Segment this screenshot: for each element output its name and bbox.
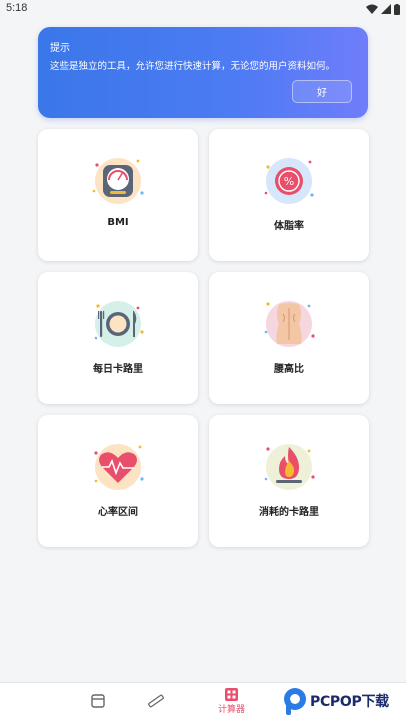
plate-fork-knife-icon xyxy=(94,301,144,347)
card-label: 体脂率 xyxy=(274,221,304,232)
card-label: 心率区间 xyxy=(98,507,138,518)
card-label: 每日卡路里 xyxy=(93,364,143,375)
wifi-icon xyxy=(366,4,378,14)
calculator-card-daily-calories[interactable]: 每日卡路里 xyxy=(38,272,198,404)
calculator-card-body-fat[interactable]: % 体脂率 xyxy=(209,129,369,261)
percent-icon: % xyxy=(264,158,314,204)
banner-message: 这些是独立的工具，允许您进行快速计算，无论您的用户资料如何。 xyxy=(50,61,336,72)
nav-label-calculator: 计算器 xyxy=(218,705,246,715)
banner-title: 提示 xyxy=(50,43,70,54)
scale-gauge-icon xyxy=(92,158,144,204)
card-label: 腰高比 xyxy=(274,364,304,375)
calculator-card-calories-burned[interactable]: 消耗的卡路里 xyxy=(209,415,369,547)
nav-item-tools[interactable] xyxy=(148,694,164,708)
nav-item-calculator[interactable]: 计算器 xyxy=(218,688,245,715)
flame-icon xyxy=(264,444,315,490)
card-label: BMI xyxy=(107,217,129,228)
ruler-icon xyxy=(148,694,164,708)
calculator-card-heart-rate[interactable]: 心率区间 xyxy=(38,415,198,547)
status-bar: 5:18 xyxy=(0,0,406,18)
banner-ok-button[interactable]: 好 xyxy=(292,80,352,103)
svg-text:%: % xyxy=(284,175,294,188)
watermark-text: PCPOP下载 xyxy=(310,694,389,710)
torso-icon xyxy=(264,301,315,347)
nav-item-profile[interactable] xyxy=(91,694,105,708)
calculator-icon xyxy=(225,688,238,701)
watermark: PCPOP下载 xyxy=(282,684,406,718)
pcpop-logo-icon xyxy=(284,688,306,715)
signal-icon xyxy=(381,4,391,14)
profile-card-icon xyxy=(91,694,105,708)
card-label: 消耗的卡路里 xyxy=(259,507,319,518)
battery-icon xyxy=(394,3,400,15)
heart-rate-icon xyxy=(94,444,144,490)
calculator-card-waist-height[interactable]: 腰高比 xyxy=(209,272,369,404)
status-icons xyxy=(366,3,400,15)
status-time: 5:18 xyxy=(6,2,28,14)
tip-banner: 提示 这些是独立的工具，允许您进行快速计算，无论您的用户资料如何。 好 xyxy=(38,27,368,118)
calculator-card-bmi[interactable]: BMI xyxy=(38,129,198,261)
